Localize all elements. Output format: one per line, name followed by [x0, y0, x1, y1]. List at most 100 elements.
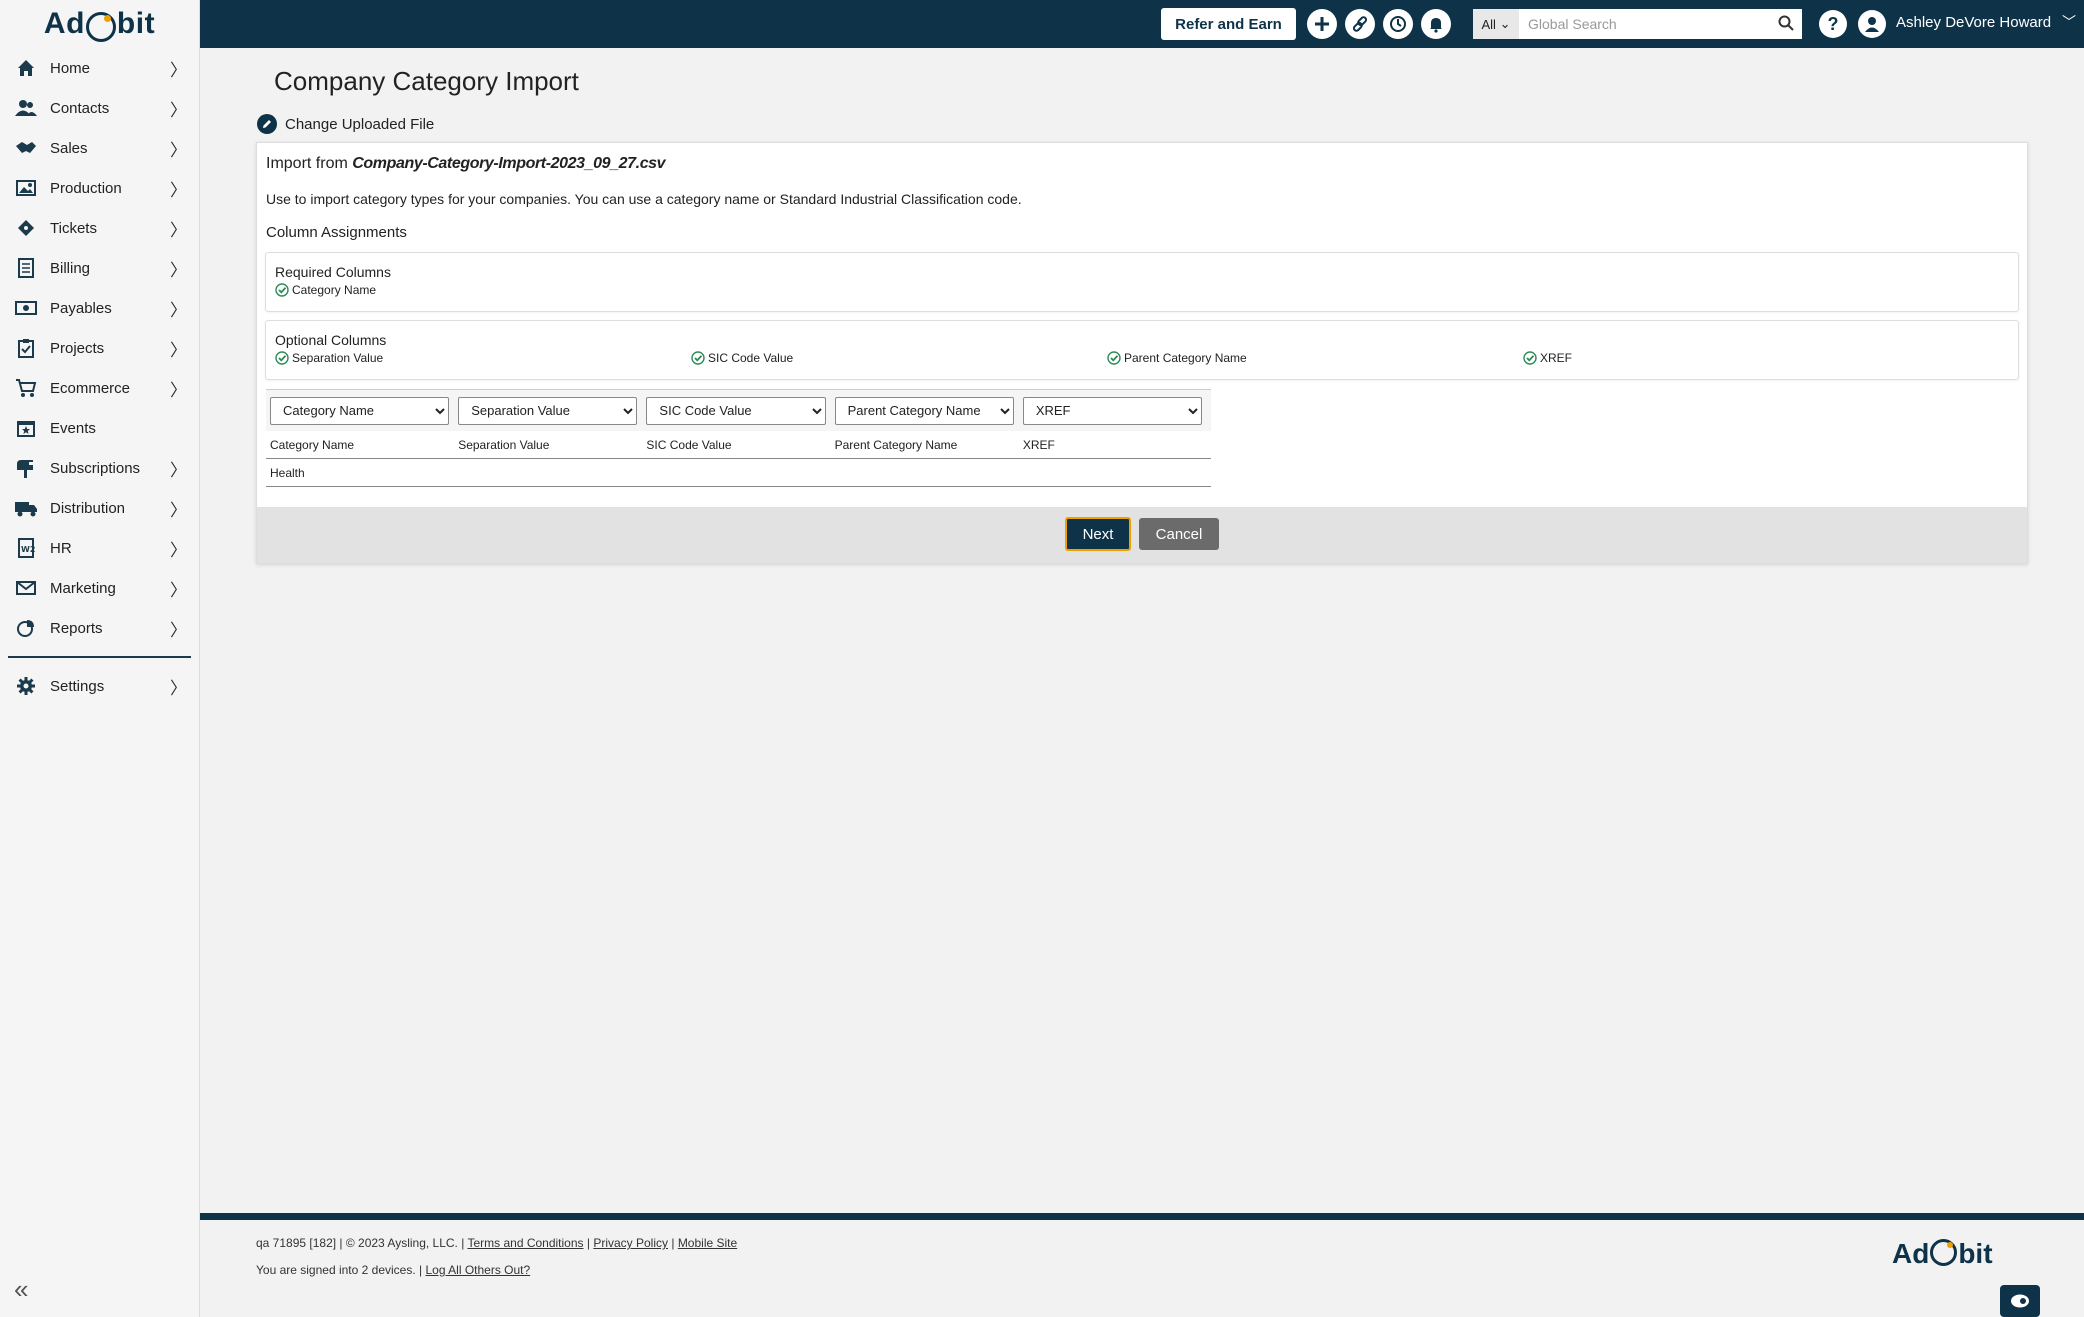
search-icon[interactable]: [1778, 15, 1794, 36]
sidebar-divider: [8, 656, 191, 658]
privacy-link[interactable]: Privacy Policy: [593, 1236, 668, 1250]
history-icon[interactable]: [1383, 9, 1413, 39]
sidebar-item-events[interactable]: Events: [0, 408, 199, 448]
sidebar-item-label: Subscriptions: [50, 459, 141, 477]
chevron-right-icon: 〉: [170, 460, 187, 480]
chevron-right-icon: 〉: [170, 678, 187, 698]
sidebar-item-billing[interactable]: Billing 〉: [0, 248, 199, 288]
mapping-header-row: Category Name Separation Value SIC Code …: [266, 431, 1211, 459]
sidebar-item-label: Ecommerce: [50, 379, 131, 397]
sidebar-item-home[interactable]: Home 〉: [0, 48, 199, 88]
required-column-label: Category Name: [292, 283, 377, 297]
sidebar-item-label: Reports: [50, 619, 103, 637]
check-circle-icon: [1523, 351, 1537, 365]
column-2-select[interactable]: Separation Value: [458, 396, 638, 425]
envelope-icon: [14, 576, 38, 600]
adorbit-logo[interactable]: Ad bit: [0, 0, 199, 48]
logo-text-left: Ad: [43, 7, 85, 40]
footer-build-text: qa 71895 [182] | © 2023 Aysling, LLC. |: [256, 1236, 465, 1250]
optional-column-label: SIC Code Value: [708, 351, 794, 365]
optional-column-item: Separation Value: [275, 351, 383, 365]
gear-icon: [14, 674, 38, 698]
people-icon: [14, 96, 38, 120]
sidebar-item-label: Projects: [50, 339, 105, 357]
money-icon: [14, 296, 38, 320]
chat-toggle-button[interactable]: [2000, 1285, 2040, 1317]
column-mapping-table: Category Name Separation Value SIC Code …: [266, 389, 1211, 487]
user-name[interactable]: Ashley DeVore Howard: [1896, 14, 2051, 31]
terms-link[interactable]: Terms and Conditions: [467, 1236, 583, 1250]
sidebar-item-label: Tickets: [50, 219, 97, 237]
calendar-icon: [14, 416, 38, 440]
sidebar-item-label: Events: [50, 419, 96, 437]
sidebar-item-label: HR: [50, 539, 72, 557]
logo-orbit-icon: [85, 12, 116, 42]
column-3-select[interactable]: SIC Code Value: [646, 396, 826, 425]
home-icon: [14, 56, 38, 80]
plus-icon[interactable]: [1307, 9, 1337, 39]
pencil-icon: [257, 114, 277, 134]
global-search-input[interactable]: [1519, 9, 1802, 39]
mapping-select-row: Category Name Separation Value SIC Code …: [266, 389, 1211, 431]
optional-column-item: Parent Category Name: [1107, 351, 1247, 365]
import-description: Use to import category types for your co…: [266, 191, 1022, 207]
search-scope-select[interactable]: All ⌄: [1473, 9, 1519, 39]
chevron-down-icon: ⌄: [1499, 16, 1511, 31]
next-button[interactable]: Next: [1065, 517, 1131, 551]
help-icon[interactable]: ?: [1819, 10, 1847, 38]
sidebar-item-distribution[interactable]: Distribution 〉: [0, 488, 199, 528]
avatar[interactable]: [1858, 10, 1886, 38]
mobile-site-link[interactable]: Mobile Site: [678, 1236, 737, 1250]
sidebar-item-payables[interactable]: Payables 〉: [0, 288, 199, 328]
w2-form-icon: W2: [14, 536, 38, 560]
column-4-select[interactable]: Parent Category Name: [834, 396, 1014, 425]
sidebar-item-reports[interactable]: Reports 〉: [0, 608, 199, 648]
chevron-right-icon: 〉: [170, 260, 187, 280]
log-all-others-out-link[interactable]: Log All Others Out?: [425, 1263, 530, 1277]
optional-column-label: Separation Value: [292, 351, 384, 365]
required-columns-box: Required Columns Category Name: [265, 252, 2019, 312]
logo-orbit-icon: [1930, 1239, 1958, 1266]
sidebar-item-hr[interactable]: W2 HR 〉: [0, 528, 199, 568]
cancel-button[interactable]: Cancel: [1139, 518, 1219, 550]
logo-text-right: bit: [116, 7, 156, 40]
change-uploaded-file-link[interactable]: Change Uploaded File: [257, 114, 434, 134]
chevron-right-icon: 〉: [170, 60, 187, 80]
sidebar-item-label: Billing: [50, 259, 91, 277]
sidebar-item-sales[interactable]: Sales 〉: [0, 128, 199, 168]
collapse-sidebar-icon[interactable]: «: [14, 1274, 28, 1305]
sidebar-item-production[interactable]: Production 〉: [0, 168, 199, 208]
logo-text-left: Ad: [1892, 1238, 1930, 1269]
chevron-right-icon: 〉: [170, 500, 187, 520]
chevron-right-icon: 〉: [170, 340, 187, 360]
ticket-icon: [14, 216, 38, 240]
sidebar-item-marketing[interactable]: Marketing 〉: [0, 568, 199, 608]
import-card: Import from Company-Category-Import-2023…: [256, 142, 2028, 564]
bell-icon[interactable]: [1421, 9, 1451, 39]
sidebar-item-ecommerce[interactable]: Ecommerce 〉: [0, 368, 199, 408]
sidebar-item-label: Marketing: [50, 579, 116, 597]
sidebar-item-label: Production: [50, 179, 122, 197]
search-scope-value: All: [1481, 16, 1496, 32]
chevron-right-icon: 〉: [170, 140, 187, 160]
sidebar-item-settings[interactable]: Settings 〉: [0, 666, 199, 706]
optional-columns-box: Optional Columns Separation Value SIC Co…: [265, 320, 2019, 380]
required-column-item: Category Name: [275, 283, 376, 297]
sidebar-item-contacts[interactable]: Contacts 〉: [0, 88, 199, 128]
sidebar-item-projects[interactable]: Projects 〉: [0, 328, 199, 368]
chevron-down-icon[interactable]: ﹀: [2062, 12, 2076, 32]
optional-column-label: XREF: [1540, 351, 1573, 365]
refer-and-earn-button[interactable]: Refer and Earn: [1161, 8, 1296, 40]
link-icon[interactable]: [1345, 9, 1375, 39]
required-columns-title: Required Columns: [275, 264, 391, 280]
table-cell: Health: [270, 465, 305, 480]
sidebar-item-tickets[interactable]: Tickets 〉: [0, 208, 199, 248]
chevron-right-icon: 〉: [170, 380, 187, 400]
sidebar-item-subscriptions[interactable]: Subscriptions 〉: [0, 448, 199, 488]
top-bar: Refer and Earn All ⌄ ? Ashley DeVore How…: [200, 0, 2084, 48]
page-title: Company Category Import: [274, 66, 579, 96]
column-5-select[interactable]: XREF: [1022, 396, 1203, 425]
column-1-select[interactable]: Category Name: [270, 396, 450, 425]
change-uploaded-file-label: Change Uploaded File: [285, 115, 435, 133]
chevron-right-icon: 〉: [170, 540, 187, 560]
